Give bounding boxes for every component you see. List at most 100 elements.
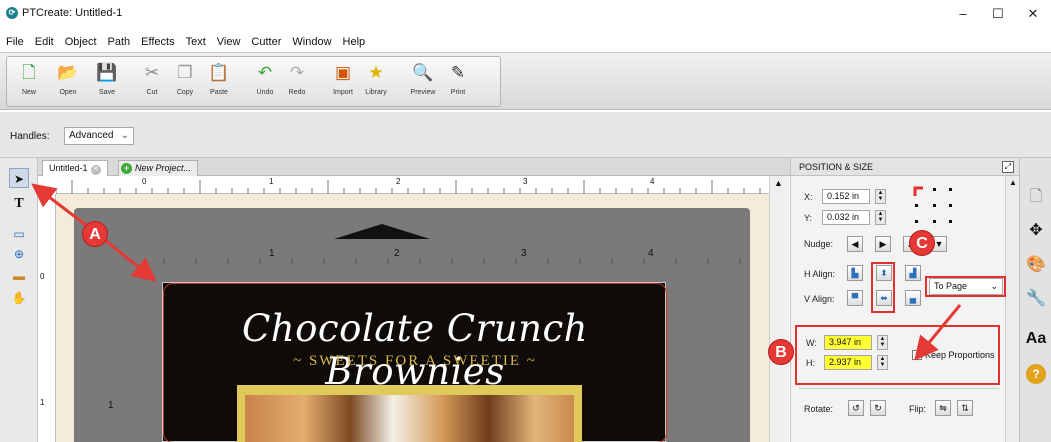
menu-edit[interactable]: Edit: [29, 34, 59, 48]
horizontal-ruler: 0 1 2 3 4: [56, 176, 769, 194]
flip-label: Flip:: [909, 404, 927, 414]
new-button[interactable]: 🗋 New: [15, 60, 43, 106]
ruler-tool-icon[interactable]: ▬: [9, 266, 29, 286]
callout-b: B: [768, 339, 794, 365]
undo-button[interactable]: ↶ Undo: [251, 60, 279, 106]
menu-text[interactable]: Text: [180, 34, 211, 48]
paste-button[interactable]: 📋 Paste: [205, 60, 233, 106]
svg-import-icon: ▣: [334, 63, 352, 82]
mat-ruler-label: 2: [394, 248, 400, 259]
select-arrow-tool-icon[interactable]: ➤: [9, 168, 29, 188]
menu-effects[interactable]: Effects: [135, 34, 179, 48]
menu-view[interactable]: View: [211, 34, 246, 48]
rotate-right-icon[interactable]: ↻: [870, 400, 886, 416]
copy-button[interactable]: ❐ Copy: [171, 60, 199, 106]
window-title: PTCreate: Untitled-1: [22, 7, 123, 19]
poster-design[interactable]: Chocolate Crunch Brownies ~ SWEETS FOR A…: [162, 282, 667, 442]
scroll-up-icon[interactable]: ▲: [774, 178, 783, 188]
canvas-vertical-scrollbar[interactable]: ▲: [769, 176, 789, 442]
flip-vertical-icon[interactable]: ⇅: [957, 400, 973, 416]
import-button[interactable]: ▣ Import: [329, 60, 357, 106]
mat-ruler-label: 1: [269, 248, 275, 259]
menu-cutter[interactable]: Cutter: [245, 34, 286, 48]
callout-c: C: [909, 230, 935, 256]
nudge-label: Nudge:: [804, 239, 834, 249]
align-right-icon[interactable]: ▟: [905, 265, 921, 281]
divider: [799, 388, 999, 389]
menu-help[interactable]: Help: [337, 34, 371, 48]
ruler-label: 0: [142, 177, 147, 186]
close-tab-icon[interactable]: ✕: [90, 165, 101, 175]
handles-dropdown[interactable]: Advanced ⌄: [64, 127, 134, 145]
tab-untitled-1[interactable]: Untitled-1 ✕: [42, 160, 108, 176]
page-icon[interactable]: 🗋: [1025, 186, 1047, 208]
library-button[interactable]: ★ Library: [362, 60, 390, 106]
ruler-label: 0: [40, 272, 45, 281]
move-arrows-icon[interactable]: ✥: [1025, 220, 1047, 242]
x-field[interactable]: 0.152 in: [822, 189, 870, 204]
chevron-down-icon: ⌄: [120, 130, 129, 141]
print-pen-icon: ✎: [450, 63, 466, 82]
minimize-button[interactable]: –: [948, 4, 978, 24]
help-question-icon[interactable]: ?: [1026, 364, 1046, 384]
redo-icon: ↷: [289, 63, 305, 82]
reference-point-icon[interactable]: [913, 186, 955, 226]
scroll-up-icon[interactable]: ▲: [1009, 178, 1017, 187]
highlight-box-align: [871, 262, 895, 313]
expand-panel-icon[interactable]: ⤢: [1002, 161, 1014, 173]
app-logo-icon: ⟳: [6, 7, 18, 19]
panel-scrollbar[interactable]: ▲: [1005, 176, 1020, 442]
text-tool-icon[interactable]: T: [9, 194, 29, 214]
close-button[interactable]: ✕: [1018, 4, 1048, 24]
rotate-left-icon[interactable]: ↺: [848, 400, 864, 416]
nudge-left-icon[interactable]: ◀: [847, 236, 863, 252]
brownie-photo: [245, 395, 574, 442]
design-canvas[interactable]: 1 2 3 4 1 Chocolate Crunch Brownies ~ SW…: [56, 194, 769, 442]
preview-button[interactable]: 🔍 Preview: [409, 60, 437, 106]
y-spinner[interactable]: ▲ ▼: [875, 210, 886, 225]
print-button[interactable]: ✎ Print: [444, 60, 472, 106]
save-button[interactable]: 💾 Save: [93, 60, 121, 106]
zoom-tool-icon[interactable]: ⊕: [9, 244, 29, 264]
x-spinner[interactable]: ▲ ▼: [875, 189, 886, 204]
open-button[interactable]: 📂 Open: [54, 60, 82, 106]
menu-window[interactable]: Window: [286, 34, 336, 48]
ruler-label: 4: [650, 177, 655, 186]
align-top-icon[interactable]: ▀: [847, 290, 863, 306]
pan-hand-tool-icon[interactable]: ✋: [9, 288, 29, 308]
save-disk-icon: 💾: [96, 63, 118, 82]
tab-new-project[interactable]: + New Project...: [118, 160, 199, 176]
scissors-icon: ✂: [144, 63, 160, 82]
shape-tool-icon[interactable]: ▭: [9, 224, 29, 244]
mat-ruler-label: 4: [648, 248, 654, 259]
maximize-button[interactable]: ☐: [983, 4, 1013, 24]
mat-ruler-label: 3: [521, 248, 527, 259]
text-style-icon[interactable]: Aa: [1025, 328, 1047, 350]
handles-value: Advanced: [69, 130, 114, 141]
library-star-icon: ★: [368, 63, 384, 82]
align-bottom-icon[interactable]: ▄: [905, 290, 921, 306]
vertical-ruler: 0 1: [38, 194, 56, 442]
flip-horizontal-icon[interactable]: ⇋: [935, 400, 951, 416]
ruler-label: 3: [523, 177, 528, 186]
redo-button[interactable]: ↷ Redo: [283, 60, 311, 106]
cut-button[interactable]: ✂ Cut: [138, 60, 166, 106]
mat-ruler-label: 1: [108, 400, 114, 411]
y-label: Y:: [804, 213, 813, 223]
poster-title: Chocolate Crunch Brownies: [241, 307, 589, 393]
new-doc-icon: 🗋: [22, 63, 36, 82]
position-size-panel: POSITION & SIZE ⤢ X: 0.152 in ▲ ▼ Y: 0.032…: [790, 158, 1020, 442]
menu-object[interactable]: Object: [59, 34, 102, 48]
title-bar: ⟳ PTCreate: Untitled-1 – ☐ ✕: [0, 0, 1051, 28]
wrench-icon[interactable]: 🔧: [1025, 288, 1047, 310]
align-left-icon[interactable]: ▙: [847, 265, 863, 281]
palette-icon[interactable]: 🎨: [1025, 254, 1047, 276]
magnifier-preview-icon: 🔍: [412, 63, 434, 82]
menu-file[interactable]: File: [0, 34, 29, 48]
nudge-right-icon[interactable]: ▶: [875, 236, 891, 252]
highlight-box-size: [795, 325, 1000, 385]
tool-sidebar: ➤ T ▭ ⊕ ▬ ✋: [0, 158, 38, 442]
y-field[interactable]: 0.032 in: [822, 210, 870, 225]
panel-icon-strip: 🗋 ✥ 🎨 🔧 Aa ?: [1019, 158, 1051, 442]
menu-path[interactable]: Path: [102, 34, 136, 48]
